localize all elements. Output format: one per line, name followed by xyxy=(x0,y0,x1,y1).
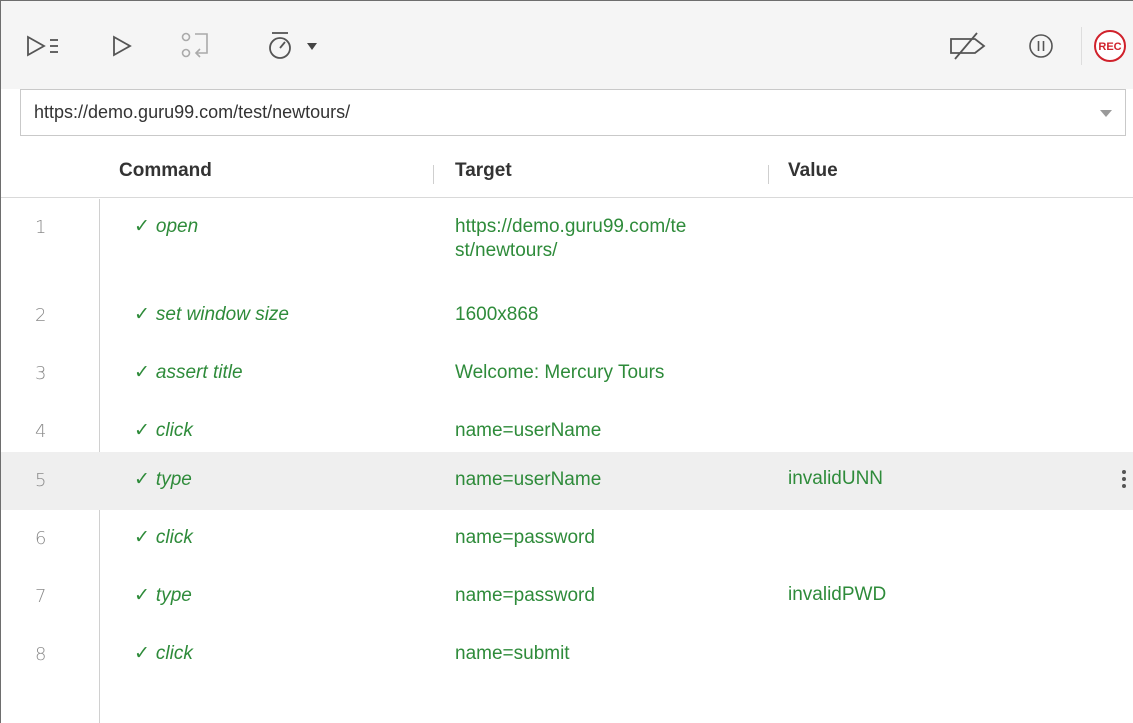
command-name: type xyxy=(155,469,192,490)
column-header-target: Target xyxy=(455,160,512,181)
target-cell[interactable]: Welcome: Mercury Tours xyxy=(455,361,755,385)
command-name: set window size xyxy=(155,304,289,325)
test-speed-icon xyxy=(269,32,317,59)
column-header-command: Command xyxy=(119,160,212,181)
row-number: 8 xyxy=(35,644,47,665)
base-url-combobox[interactable]: https://demo.guru99.com/test/newtours/ xyxy=(20,89,1126,136)
command-cell[interactable]: ✓ click xyxy=(134,642,193,665)
checkmark-icon: ✓ xyxy=(134,643,150,664)
run-all-tests-icon xyxy=(27,35,58,57)
checkmark-icon: ✓ xyxy=(134,527,150,548)
step-over-icon xyxy=(181,32,208,58)
run-current-test-button[interactable] xyxy=(107,29,137,63)
base-url-value[interactable]: https://demo.guru99.com/test/newtours/ xyxy=(34,102,350,123)
column-divider[interactable] xyxy=(433,165,434,184)
command-cell[interactable]: ✓ open xyxy=(134,215,198,238)
disable-breakpoints-button[interactable] xyxy=(947,29,989,63)
step-over-button[interactable] xyxy=(179,29,213,63)
table-row[interactable]: 3 ✓ assert title Welcome: Mercury Tours xyxy=(1,345,1133,403)
record-button[interactable]: REC xyxy=(1092,29,1128,63)
command-name: assert title xyxy=(155,362,243,383)
command-cell[interactable]: ✓ click xyxy=(134,526,193,549)
value-cell[interactable]: invalidUNN xyxy=(788,468,883,490)
command-cell[interactable]: ✓ set window size xyxy=(134,303,289,326)
target-cell[interactable]: name=submit xyxy=(455,642,755,666)
command-name: click xyxy=(155,420,193,441)
command-name: click xyxy=(155,643,193,664)
selenium-ide-window: REC https://demo.guru99.com/test/newtour… xyxy=(0,0,1133,723)
command-cell[interactable]: ✓ assert title xyxy=(134,361,243,384)
table-row[interactable]: 6 ✓ click name=password xyxy=(1,510,1133,568)
row-number: 1 xyxy=(35,217,47,238)
command-cell[interactable]: ✓ type xyxy=(134,468,192,491)
toolbar-divider xyxy=(1081,27,1082,65)
pause-on-exceptions-icon xyxy=(1029,34,1053,58)
checkmark-icon: ✓ xyxy=(134,420,150,441)
command-name: open xyxy=(155,216,199,237)
row-number: 7 xyxy=(35,586,47,607)
checkmark-icon: ✓ xyxy=(134,216,150,237)
chevron-down-icon[interactable] xyxy=(1100,110,1112,118)
row-number: 5 xyxy=(35,470,47,491)
toolbar: REC xyxy=(1,1,1133,89)
table-row[interactable]: 5 ✓ type name=userName invalidUNN xyxy=(1,452,1133,510)
more-options-icon[interactable] xyxy=(1122,470,1128,492)
command-name: click xyxy=(155,527,193,548)
target-cell[interactable]: name=userName xyxy=(455,468,755,492)
checkmark-icon: ✓ xyxy=(134,362,150,383)
record-label: REC xyxy=(1098,41,1121,53)
command-cell[interactable]: ✓ click xyxy=(134,419,193,442)
target-cell[interactable]: name=password xyxy=(455,526,755,550)
table-row[interactable]: 2 ✓ set window size 1600x868 xyxy=(1,287,1133,345)
table-row[interactable]: 7 ✓ type name=password invalidPWD xyxy=(1,568,1133,626)
table-row[interactable]: 8 ✓ click name=submit xyxy=(1,626,1133,684)
column-header-value: Value xyxy=(788,160,838,181)
column-divider[interactable] xyxy=(768,165,769,184)
row-number: 6 xyxy=(35,528,47,549)
checkmark-icon: ✓ xyxy=(134,469,150,490)
target-cell[interactable]: 1600x868 xyxy=(455,303,755,327)
table-row[interactable]: 1 ✓ open https://demo.guru99.com/te st/newto… xyxy=(1,199,1133,261)
row-number: 3 xyxy=(35,363,47,384)
target-cell[interactable]: name=userName xyxy=(455,419,755,443)
pause-on-exceptions-button[interactable] xyxy=(1027,29,1055,63)
value-cell[interactable]: invalidPWD xyxy=(788,584,886,606)
command-name: type xyxy=(155,585,192,606)
checkmark-icon: ✓ xyxy=(134,304,150,325)
row-number: 2 xyxy=(35,305,47,326)
target-cell[interactable]: name=password xyxy=(455,584,755,608)
test-speed-button[interactable] xyxy=(265,29,321,63)
target-cell[interactable]: https://demo.guru99.com/te st/newtours/ xyxy=(455,215,755,263)
run-all-tests-button[interactable] xyxy=(23,29,65,63)
checkmark-icon: ✓ xyxy=(134,585,150,606)
disable-breakpoints-icon xyxy=(950,32,986,60)
run-current-test-icon xyxy=(113,35,132,57)
table-header: Command Target Value xyxy=(1,146,1133,198)
record-icon: REC xyxy=(1094,30,1126,62)
command-cell[interactable]: ✓ type xyxy=(134,584,192,607)
row-number: 4 xyxy=(35,421,47,442)
